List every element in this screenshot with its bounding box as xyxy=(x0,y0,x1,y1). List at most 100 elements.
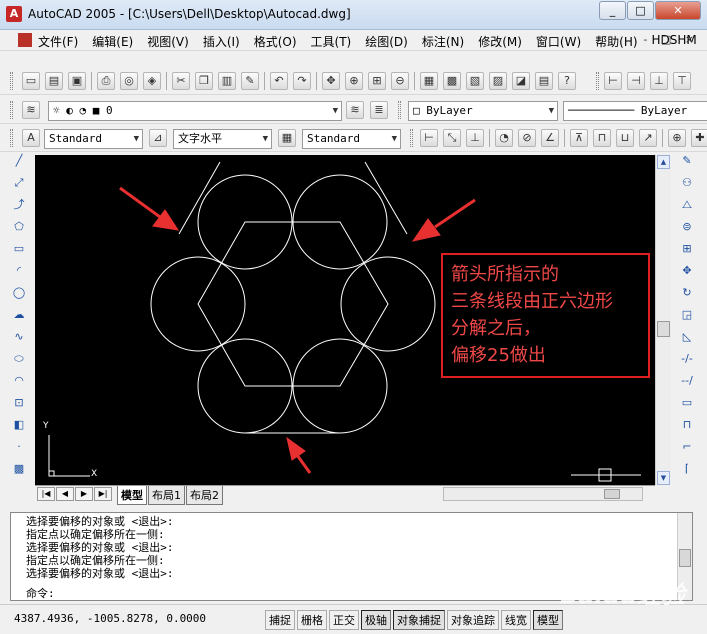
dim-diameter-tool-icon[interactable]: ⊘ xyxy=(518,129,536,147)
scroll-thumb[interactable] xyxy=(604,489,620,499)
autocad-app-icon[interactable]: A xyxy=(6,6,22,22)
print-icon[interactable]: ⎙ xyxy=(97,72,115,90)
dim-ordinate-tool-icon[interactable]: ⊥ xyxy=(466,129,484,147)
calculator-icon[interactable]: ▤ xyxy=(535,72,553,90)
linetype-dropdown[interactable]: ────────── ByLayer xyxy=(563,101,707,121)
revision-cloud-icon[interactable]: ☁ xyxy=(10,306,28,324)
hatch-icon[interactable]: ▩ xyxy=(10,460,28,478)
offset-icon[interactable]: ⊜ xyxy=(678,218,696,236)
status-mode-button[interactable]: 捕捉 xyxy=(265,610,295,630)
dim-continue-tool-icon[interactable]: ⊔ xyxy=(616,129,634,147)
move-icon[interactable]: ✥ xyxy=(678,262,696,280)
toolbar-grip[interactable] xyxy=(410,129,413,147)
polygon-icon[interactable]: ⬠ xyxy=(10,218,28,236)
scale-icon[interactable]: ◲ xyxy=(678,306,696,324)
tab-layout1[interactable]: 布局1 xyxy=(148,486,185,505)
sheet-set-icon[interactable]: ▨ xyxy=(489,72,507,90)
join-icon[interactable]: ⊓ xyxy=(678,416,696,434)
canvas-vertical-scrollbar[interactable]: ▲ ▼ xyxy=(655,155,671,485)
menu-item[interactable]: 帮助(H) xyxy=(595,33,637,50)
menu-item[interactable]: 工具(T) xyxy=(311,33,352,50)
menu-item[interactable]: 编辑(E) xyxy=(92,33,133,50)
status-mode-button[interactable]: 正交 xyxy=(329,610,359,630)
coordinate-readout[interactable]: 4387.4936, -1005.8278, 0.0000 xyxy=(14,612,206,625)
scroll-thumb[interactable] xyxy=(679,549,691,567)
last-tab-icon[interactable]: ▶| xyxy=(94,487,112,501)
erase-icon[interactable]: ✎ xyxy=(678,152,696,170)
toolbar-grip[interactable] xyxy=(10,101,13,119)
zoom-previous-icon[interactable]: ⊖ xyxy=(391,72,409,90)
dim-aligned-icon[interactable]: ⊣ xyxy=(627,72,645,90)
circle-icon[interactable]: ◯ xyxy=(10,284,28,302)
tab-model[interactable]: 模型 xyxy=(117,486,147,505)
undo-icon[interactable]: ↶ xyxy=(270,72,288,90)
status-mode-button[interactable]: 栅格 xyxy=(297,610,327,630)
match-properties-icon[interactable]: ✎ xyxy=(241,72,259,90)
command-prompt[interactable]: 命令: xyxy=(26,585,55,601)
scroll-down-icon[interactable]: ▼ xyxy=(657,471,670,485)
text-style-dropdown[interactable]: Standard ▼ xyxy=(44,129,143,149)
ellipse-arc-icon[interactable]: ◠ xyxy=(10,372,28,390)
layer-previous-icon[interactable]: ≣ xyxy=(370,101,388,119)
menu-item[interactable]: 窗口(W) xyxy=(536,33,581,50)
toolbar-grip[interactable] xyxy=(398,101,401,119)
status-mode-button[interactable]: 对象捕捉 xyxy=(393,610,445,630)
ellipse-icon[interactable]: ⬭ xyxy=(10,350,28,368)
status-mode-button[interactable]: 对象追踪 xyxy=(447,610,499,630)
dim-style-dropdown[interactable]: 文字水平 ▼ xyxy=(173,129,272,149)
tab-layout2[interactable]: 布局2 xyxy=(186,486,223,505)
copy-object-icon[interactable]: ⚇ xyxy=(678,174,696,192)
dim-linear-icon[interactable]: ⊢ xyxy=(604,72,622,90)
document-icon[interactable] xyxy=(18,33,32,47)
rotate-icon[interactable]: ↻ xyxy=(678,284,696,302)
insert-block-icon[interactable]: ⊡ xyxy=(10,394,28,412)
tolerance-tool-icon[interactable]: ⊕ xyxy=(668,129,686,147)
pan-icon[interactable]: ✥ xyxy=(322,72,340,90)
document-window-controls[interactable]: - □ × xyxy=(643,33,699,46)
mirror-icon[interactable]: ⧍ xyxy=(678,196,696,214)
menu-item[interactable]: 视图(V) xyxy=(147,33,189,50)
chamfer-icon[interactable]: ⌐ xyxy=(678,438,696,456)
tool-palettes-icon[interactable]: ▧ xyxy=(466,72,484,90)
scroll-thumb[interactable] xyxy=(657,321,670,337)
layer-dropdown[interactable]: ☼ ◐ ◔ ■ 0 ▼ xyxy=(48,101,342,121)
dim-angular-tool-icon[interactable]: ∠ xyxy=(541,129,559,147)
polyline-icon[interactable]: ⤴ xyxy=(10,196,28,214)
layer-manager-icon[interactable]: ≋ xyxy=(22,101,40,119)
table-style-icon[interactable]: ▦ xyxy=(278,129,296,147)
table-style-dropdown[interactable]: Standard ▼ xyxy=(302,129,401,149)
rectangle-icon[interactable]: ▭ xyxy=(10,240,28,258)
text-style-icon[interactable]: A xyxy=(22,129,40,147)
status-mode-button[interactable]: 线宽 xyxy=(501,610,531,630)
dim-style-icon[interactable]: ⊿ xyxy=(149,129,167,147)
menu-item[interactable]: 修改(M) xyxy=(478,33,522,50)
properties-icon[interactable]: ▦ xyxy=(420,72,438,90)
dim-baseline-tool-icon[interactable]: ⊓ xyxy=(593,129,611,147)
dim-linear-tool-icon[interactable]: ⊢ xyxy=(420,129,438,147)
publish-icon[interactable]: ◈ xyxy=(143,72,161,90)
trim-icon[interactable]: -/- xyxy=(678,350,696,368)
canvas-horizontal-scrollbar[interactable] xyxy=(443,487,643,501)
color-dropdown[interactable]: □ ByLayer ▼ xyxy=(408,101,558,121)
fillet-icon[interactable]: ⌈ xyxy=(678,460,696,478)
center-mark-tool-icon[interactable]: ✚ xyxy=(691,129,707,147)
menu-item[interactable]: 标注(N) xyxy=(422,33,464,50)
prev-tab-icon[interactable]: ◀ xyxy=(56,487,74,501)
quick-dim-tool-icon[interactable]: ⊼ xyxy=(570,129,588,147)
line-icon[interactable]: ╱ xyxy=(10,152,28,170)
arc-icon[interactable]: ◜ xyxy=(10,262,28,280)
help-icon[interactable]: ? xyxy=(558,72,576,90)
drawing-canvas[interactable]: Y X 箭头所指示的 三条线段由正六边形 分解之后， 偏移25做出 xyxy=(35,155,655,485)
design-center-icon[interactable]: ▩ xyxy=(443,72,461,90)
status-mode-button[interactable]: 极轴 xyxy=(361,610,391,630)
maximize-button[interactable]: □ xyxy=(627,1,654,20)
leader-tool-icon[interactable]: ↗ xyxy=(639,129,657,147)
menu-item[interactable]: 格式(O) xyxy=(254,33,297,50)
make-layer-current-icon[interactable]: ≋ xyxy=(346,101,364,119)
array-icon[interactable]: ⊞ xyxy=(678,240,696,258)
print-preview-icon[interactable]: ◎ xyxy=(120,72,138,90)
make-block-icon[interactable]: ◧ xyxy=(10,416,28,434)
cut-icon[interactable]: ✂ xyxy=(172,72,190,90)
scroll-up-icon[interactable]: ▲ xyxy=(657,155,670,169)
paste-icon[interactable]: ▥ xyxy=(218,72,236,90)
